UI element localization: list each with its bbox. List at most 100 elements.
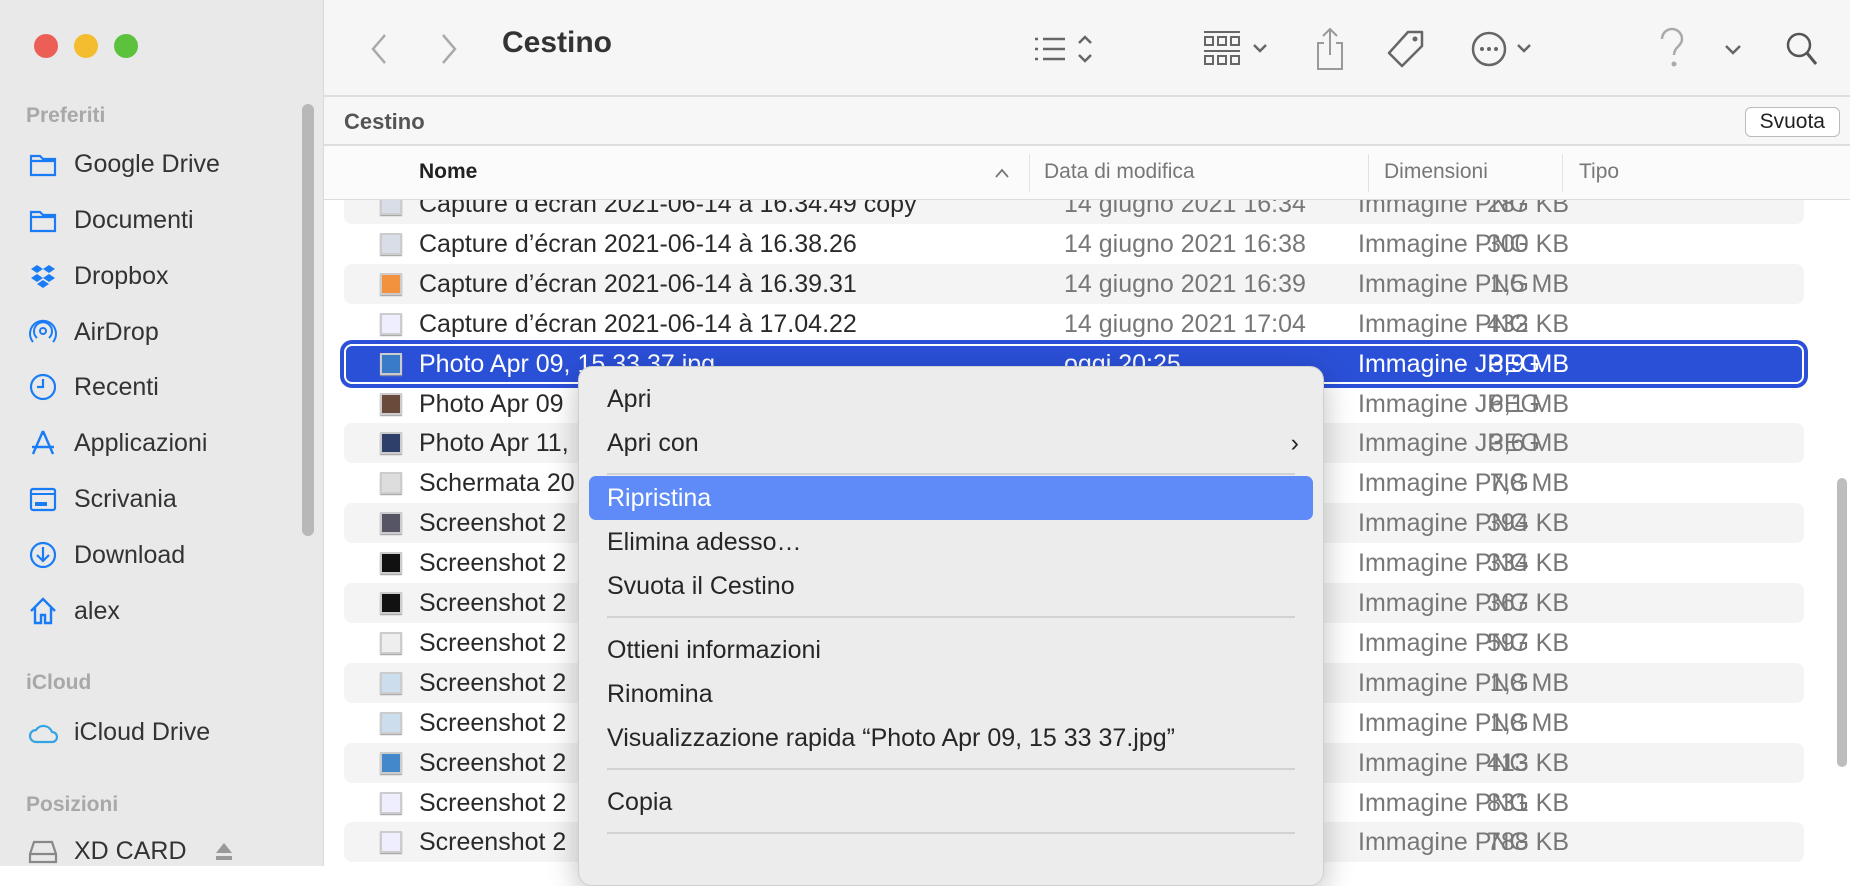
close-button[interactable]	[34, 34, 58, 58]
file-thumbnail	[380, 352, 402, 375]
column-size[interactable]: Dimensioni	[1384, 160, 1488, 184]
more-icon	[1471, 31, 1531, 67]
file-kind: Immagine PNG	[1358, 589, 1529, 617]
file-thumbnail	[380, 392, 402, 415]
group-icon	[1204, 31, 1267, 65]
search-button[interactable]	[1782, 30, 1822, 68]
menu-item-ottieni[interactable]: Ottieni informazioni	[589, 628, 1313, 672]
file-kind: Immagine PNG	[1358, 200, 1529, 218]
file-name: Screenshot 2	[419, 509, 567, 538]
file-row[interactable]: Capture d’écran 2021-06-14 à 16.39.31 14…	[344, 263, 1804, 304]
column-kind[interactable]: Tipo	[1579, 160, 1619, 184]
sidebar-item-airdrop[interactable]: AirDrop	[28, 312, 159, 352]
share-button[interactable]	[1312, 27, 1348, 70]
cloud-icon	[28, 724, 58, 744]
more-actions-button[interactable]	[1464, 30, 1554, 68]
sidebar-section-header: Preferiti	[26, 104, 106, 127]
file-thumbnail	[380, 751, 402, 774]
file-thumbnail	[380, 272, 402, 295]
window-title: Cestino	[502, 26, 613, 59]
file-date: 14 giugno 2021 16:39	[1064, 269, 1306, 298]
forward-button[interactable]	[434, 30, 464, 68]
file-thumbnail	[380, 200, 402, 215]
sidebar-item-alex[interactable]: alex	[28, 591, 120, 631]
sidebar-item-label: Scrivania	[74, 484, 177, 513]
sidebar-item-documenti[interactable]: Documenti	[28, 200, 194, 240]
file-list-scrollbar[interactable]	[1837, 478, 1847, 767]
column-divider[interactable]	[1562, 154, 1563, 192]
file-name: Screenshot 2	[419, 748, 567, 777]
file-kind: Immagine PNG	[1358, 668, 1529, 697]
path-bar: Cestino Svuota	[324, 97, 1850, 146]
file-row[interactable]: Capture d’écran 2021-06-14 à 16.34.49 co…	[344, 200, 1804, 224]
file-thumbnail	[380, 312, 402, 335]
file-name: Screenshot 2	[419, 589, 567, 617]
file-kind: Immagine PNG	[1358, 748, 1529, 777]
sidebar-item-recenti[interactable]: Recenti	[28, 367, 159, 407]
applications-icon	[31, 430, 55, 455]
menu-item-apri[interactable]: Apri	[589, 377, 1313, 421]
column-divider[interactable]	[1368, 154, 1369, 192]
file-name: Capture d’écran 2021-06-14 à 16.34.49 co…	[419, 200, 917, 218]
search-icon	[1786, 32, 1818, 65]
menu-item-label: Ottieni informazioni	[607, 636, 821, 664]
group-button[interactable]	[1194, 30, 1284, 68]
menu-item-label: Copia	[607, 788, 673, 816]
sidebar-item-label: Google Drive	[74, 149, 220, 178]
sidebar-item-icloud-drive[interactable]: iCloud Drive	[28, 712, 210, 752]
sidebar-item-download[interactable]: Download	[28, 535, 185, 575]
file-thumbnail	[380, 232, 402, 255]
airdrop-icon	[29, 319, 57, 343]
menu-item-rinomina[interactable]: Rinomina	[589, 672, 1313, 716]
menu-item-copia[interactable]: Copia	[589, 780, 1313, 824]
sidebar-item-xd-card[interactable]: XD CARD	[28, 831, 251, 871]
file-kind: Immagine JPEG	[1358, 349, 1541, 378]
menu-item-visualizzazione[interactable]: Visualizzazione rapida “Photo Apr 09, 15…	[589, 716, 1313, 760]
file-kind: Immagine PNG	[1358, 269, 1529, 298]
sidebar-item-applicazioni[interactable]: Applicazioni	[28, 423, 207, 463]
sidebar-item-label: Applicazioni	[74, 428, 208, 457]
empty-trash-button[interactable]: Svuota	[1744, 107, 1840, 137]
view-options-button[interactable]	[1024, 30, 1104, 68]
tag-button[interactable]	[1384, 30, 1428, 68]
file-name: Capture d’écran 2021-06-14 à 16.38.26	[419, 229, 857, 258]
file-kind: Immagine PNG	[1358, 469, 1529, 498]
list-view-icon	[1035, 35, 1092, 63]
menu-item-ripristina[interactable]: Ripristina	[589, 476, 1313, 520]
eject-icon[interactable]	[213, 840, 235, 862]
sidebar-item-dropbox[interactable]: Dropbox	[28, 256, 169, 296]
column-name[interactable]: Nome	[419, 160, 477, 184]
minimize-button[interactable]	[74, 34, 98, 58]
chevron-down-icon	[1725, 45, 1741, 55]
menu-item-elimina[interactable]: Elimina adesso…	[589, 520, 1313, 564]
file-kind: Immagine JPEG	[1358, 429, 1541, 458]
sidebar-section-header: iCloud	[26, 671, 92, 694]
help-button[interactable]	[1654, 27, 1690, 68]
back-button[interactable]	[364, 30, 394, 68]
sidebar-item-label: Documenti	[74, 205, 194, 234]
column-header: Nome Data di modifica Dimensioni Tipo	[324, 146, 1850, 200]
drive-icon	[28, 840, 58, 864]
sidebar-item-label: Dropbox	[74, 261, 169, 290]
menu-item-svuota[interactable]: Svuota il Cestino	[589, 564, 1313, 608]
back-icon	[371, 34, 386, 64]
zoom-button[interactable]	[114, 34, 138, 58]
sidebar-scrollbar[interactable]	[302, 104, 314, 536]
column-date[interactable]: Data di modifica	[1044, 160, 1195, 184]
file-thumbnail	[380, 552, 402, 575]
share-icon	[1317, 27, 1343, 70]
sidebar-item-google-drive[interactable]: Google Drive	[28, 144, 220, 184]
toolbar: Cestino	[324, 0, 1850, 97]
menu-item-label: Apri con	[607, 429, 699, 457]
file-kind: Immagine PNG	[1358, 549, 1529, 578]
toolbar-overflow-button[interactable]	[1720, 30, 1746, 68]
sidebar-item-scrivania[interactable]: Scrivania	[28, 479, 177, 519]
column-divider[interactable]	[1029, 154, 1030, 192]
path-label: Cestino	[344, 109, 425, 134]
file-thumbnail	[380, 432, 402, 455]
tag-icon	[1387, 30, 1424, 68]
file-row[interactable]: Capture d’écran 2021-06-14 à 16.38.26 14…	[344, 224, 1804, 264]
menu-separator	[607, 616, 1295, 618]
menu-item-apri[interactable]: Apri con ›	[589, 421, 1313, 465]
file-row[interactable]: Capture d’écran 2021-06-14 à 17.04.22 14…	[344, 304, 1804, 344]
